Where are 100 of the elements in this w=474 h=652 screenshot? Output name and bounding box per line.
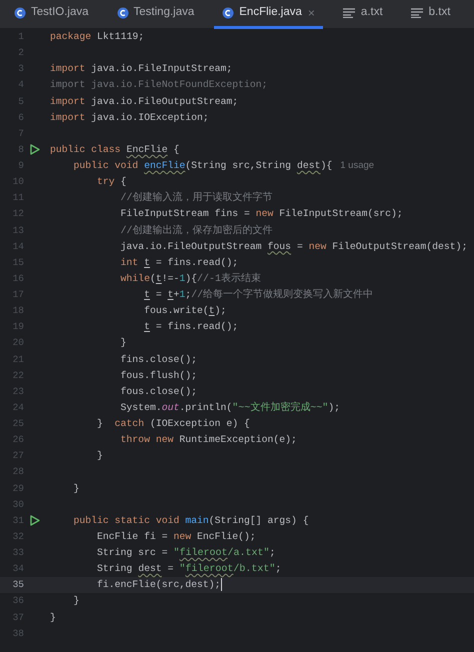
code-token: 1 bbox=[179, 272, 186, 284]
code-token: } bbox=[74, 482, 80, 494]
code-token: FileOutputStream(dest); bbox=[331, 240, 468, 252]
code-token: java.io.FileOutputStream; bbox=[91, 96, 238, 106]
code-token: fins.close(); bbox=[120, 354, 197, 364]
code-token: EncFlie fi = bbox=[97, 530, 169, 542]
code-token: public class bbox=[50, 144, 122, 155]
code-token: fous.close(); bbox=[120, 386, 197, 397]
code-token: encFlie bbox=[144, 160, 186, 171]
code-token: ){ bbox=[320, 160, 332, 171]
file-tab[interactable]: EncFlie.java × bbox=[214, 0, 323, 29]
code-token: t bbox=[168, 289, 174, 300]
code-token: t bbox=[144, 256, 150, 268]
class-icon bbox=[14, 7, 26, 19]
code-token: " bbox=[173, 548, 180, 559]
code-token: = fins.read(); bbox=[154, 256, 238, 268]
code-token: ); bbox=[214, 305, 226, 316]
code-token: (IOException e) { bbox=[148, 418, 250, 429]
code-token: fous.flush(); bbox=[120, 370, 197, 381]
code-token: fi.encFlie(src,dest); bbox=[97, 579, 220, 590]
code-token: /a.txt" bbox=[228, 548, 270, 559]
code-token: t bbox=[208, 305, 215, 316]
code-token: package bbox=[50, 31, 92, 42]
code-token: } bbox=[97, 450, 103, 462]
code-token: catch bbox=[114, 418, 144, 429]
code-token: throw new bbox=[120, 434, 174, 446]
code-token: java.io.IOException; bbox=[91, 112, 209, 123]
code-token: RuntimeException(e); bbox=[178, 434, 297, 446]
code-token: } bbox=[50, 612, 56, 622]
code-token: t bbox=[144, 289, 150, 300]
code-token: EncFlie bbox=[126, 144, 168, 155]
code-token: = fins.read(); bbox=[154, 321, 238, 332]
code-token: dest bbox=[296, 160, 320, 171]
code-token: 1 bbox=[179, 289, 186, 300]
code-token: ; bbox=[275, 563, 282, 574]
usage-hint[interactable]: 1 usage bbox=[340, 160, 374, 171]
text-cursor bbox=[220, 578, 222, 592]
file-tab[interactable]: b.txt bbox=[402, 0, 458, 29]
code-token: String src = bbox=[97, 547, 169, 558]
file-tab[interactable]: a.txt bbox=[334, 0, 391, 29]
code-token: java.io.FileInputStream; bbox=[91, 63, 232, 74]
code-token: main bbox=[185, 514, 209, 526]
code-token: new bbox=[256, 208, 274, 220]
code-token: } bbox=[74, 595, 80, 606]
code-token: } bbox=[120, 337, 126, 348]
run-icon[interactable] bbox=[30, 144, 40, 156]
code-token: dest bbox=[138, 563, 162, 574]
code-token: fileroot bbox=[179, 548, 228, 559]
code-token: ( bbox=[150, 272, 156, 284]
code-token: fous.write( bbox=[144, 305, 209, 316]
code-token: import bbox=[50, 96, 86, 106]
code-token: ); bbox=[328, 402, 340, 413]
code-token: public void bbox=[74, 160, 140, 171]
code-token: !=- bbox=[162, 272, 180, 284]
code-token: //-1表示结束 bbox=[197, 274, 262, 285]
code-token: while bbox=[120, 272, 150, 284]
code-token: { bbox=[120, 176, 126, 188]
code-token: import java.io.FileNotFoundException; bbox=[50, 79, 268, 90]
code-token: FileInputStream(src); bbox=[278, 208, 403, 220]
code-token: (String[] args) { bbox=[208, 514, 309, 526]
text-file-icon bbox=[410, 8, 423, 18]
code-token: String bbox=[97, 563, 134, 574]
code-token: import bbox=[50, 112, 86, 123]
code-token: t bbox=[156, 272, 162, 284]
code-token: t bbox=[144, 321, 150, 332]
code-token: + bbox=[173, 289, 180, 300]
text-file-icon bbox=[342, 8, 355, 18]
code-token: = bbox=[154, 289, 163, 300]
code-token: import bbox=[50, 63, 86, 74]
code-token: out bbox=[162, 402, 180, 413]
code-token: //创建输入流，用于读取文件字节 bbox=[120, 193, 273, 204]
code-token: new bbox=[173, 530, 192, 542]
code-token: fous bbox=[268, 240, 292, 252]
code-token: = bbox=[166, 563, 174, 574]
class-icon bbox=[222, 7, 234, 19]
code-token: FileInputStream fins = bbox=[120, 208, 251, 220]
run-icon[interactable] bbox=[30, 515, 40, 526]
code-token: ; bbox=[185, 289, 192, 300]
line-number: 35 bbox=[12, 578, 24, 592]
code-token: .println( bbox=[179, 402, 232, 413]
code-token: fileroot bbox=[185, 564, 234, 576]
code-token: " bbox=[179, 564, 186, 576]
code-token: ; bbox=[270, 547, 276, 558]
code-token: java.io.FileOutputStream bbox=[120, 240, 263, 252]
code-token: (String src,String bbox=[185, 160, 292, 171]
code-token: public static void bbox=[74, 514, 180, 526]
code-token: EncFlie(); bbox=[196, 530, 256, 542]
code-token: "~~文件加密完成~~" bbox=[232, 402, 328, 414]
code-token: try bbox=[97, 176, 115, 188]
code-token: //给每一个字节做规则变换写入新文件中 bbox=[191, 290, 374, 301]
code-token: { bbox=[172, 144, 180, 155]
class-icon bbox=[116, 7, 129, 19]
code-token: int bbox=[120, 256, 140, 268]
file-tab[interactable]: TestIO.java bbox=[6, 0, 97, 29]
code-token: //创建输出流，保存加密后的文件 bbox=[120, 226, 273, 236]
code-token: } bbox=[97, 418, 104, 429]
code-token: = bbox=[296, 240, 304, 252]
file-tab[interactable]: Testing.java bbox=[108, 0, 202, 29]
code-token: /b.txt" bbox=[233, 564, 276, 576]
code-token: Lkt1119; bbox=[97, 31, 144, 42]
